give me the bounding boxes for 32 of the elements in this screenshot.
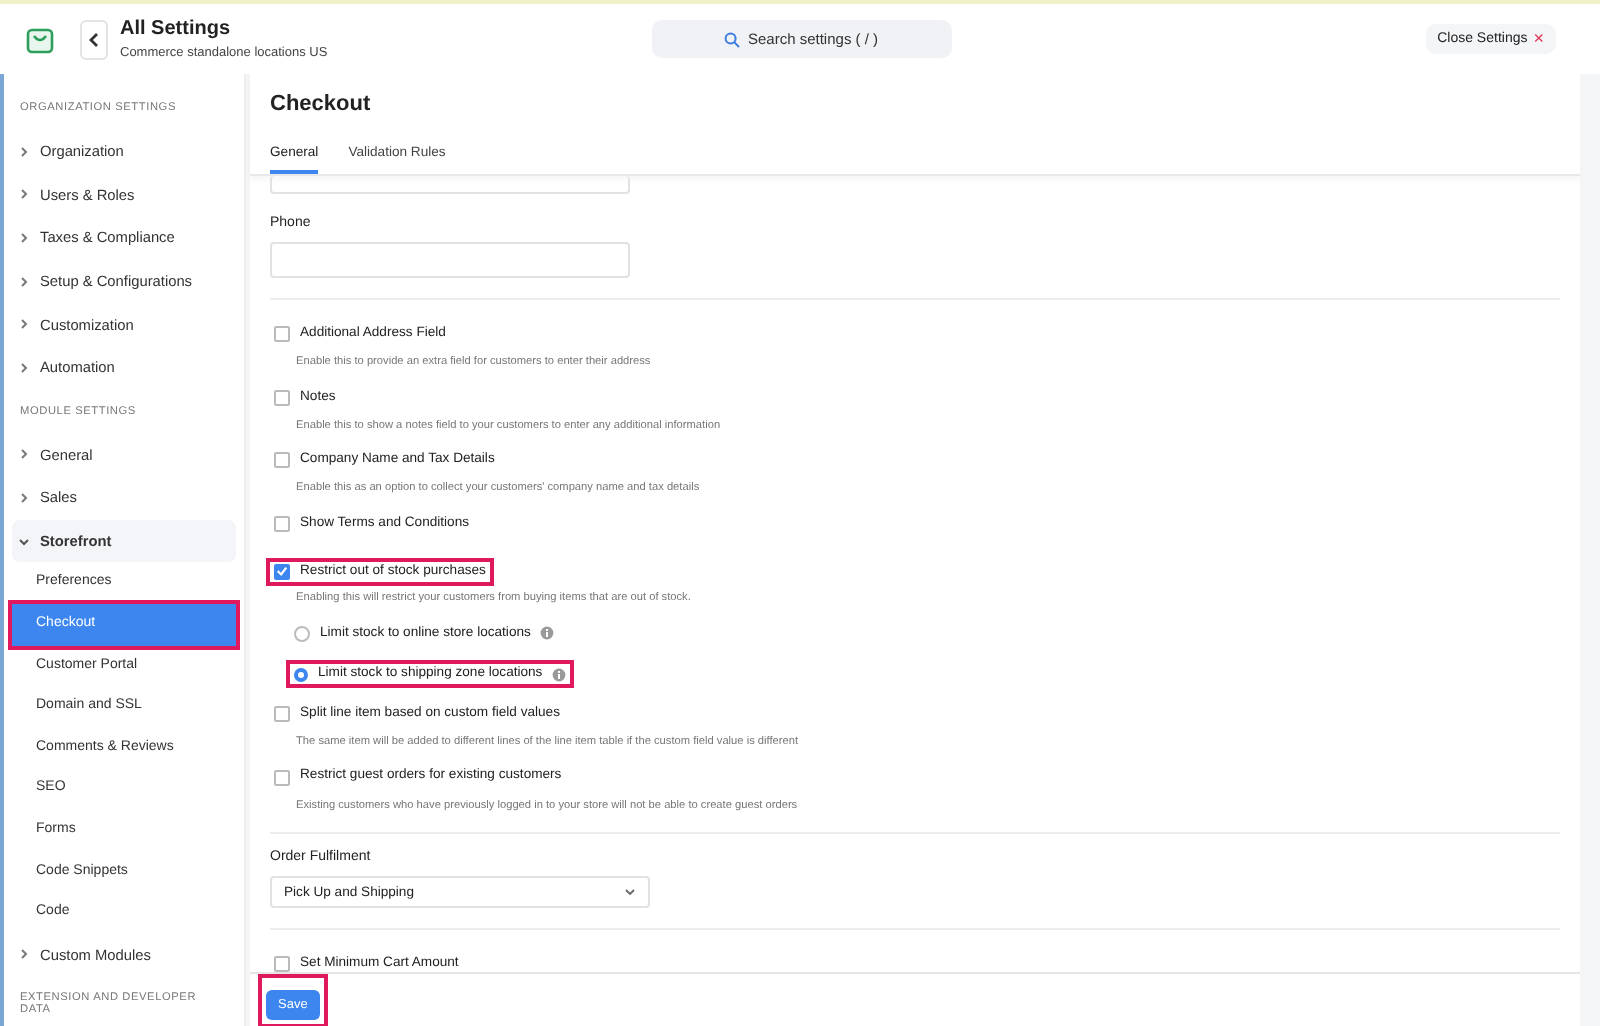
close-icon: × xyxy=(1533,32,1544,46)
chevron-right-icon xyxy=(18,948,30,961)
chevron-right-icon xyxy=(18,491,30,504)
checkbox[interactable] xyxy=(274,326,290,342)
chevron-right-icon xyxy=(18,275,30,288)
radio-button[interactable] xyxy=(294,625,310,642)
shopping-bag-icon xyxy=(24,23,56,55)
selected-radio-button[interactable] xyxy=(294,667,308,682)
search-icon xyxy=(724,31,740,47)
checkbox[interactable] xyxy=(274,516,290,533)
page-title: Checkout xyxy=(270,92,373,116)
chevron-right-icon xyxy=(18,231,30,244)
chevron-right-icon xyxy=(18,188,30,201)
chevron-right-icon xyxy=(18,145,30,158)
checkbox[interactable] xyxy=(274,705,290,722)
chevron-right-icon xyxy=(18,318,30,331)
info-icon xyxy=(552,667,567,682)
input-field[interactable] xyxy=(270,176,630,194)
app-title: All Settings xyxy=(120,18,233,40)
info-icon xyxy=(540,626,555,641)
chevron-down-icon xyxy=(624,888,636,897)
checkbox[interactable] xyxy=(274,956,290,972)
checked-checkbox[interactable] xyxy=(274,563,290,580)
checkbox[interactable] xyxy=(274,769,290,786)
chevron-down-icon xyxy=(18,535,30,548)
back-button[interactable] xyxy=(80,19,108,59)
chevron-right-icon xyxy=(18,448,30,461)
chevron-right-icon xyxy=(18,361,30,374)
checkbox[interactable] xyxy=(274,389,290,406)
input-field[interactable] xyxy=(270,242,630,278)
checkbox[interactable] xyxy=(274,452,290,469)
checkmark-icon xyxy=(276,564,288,579)
